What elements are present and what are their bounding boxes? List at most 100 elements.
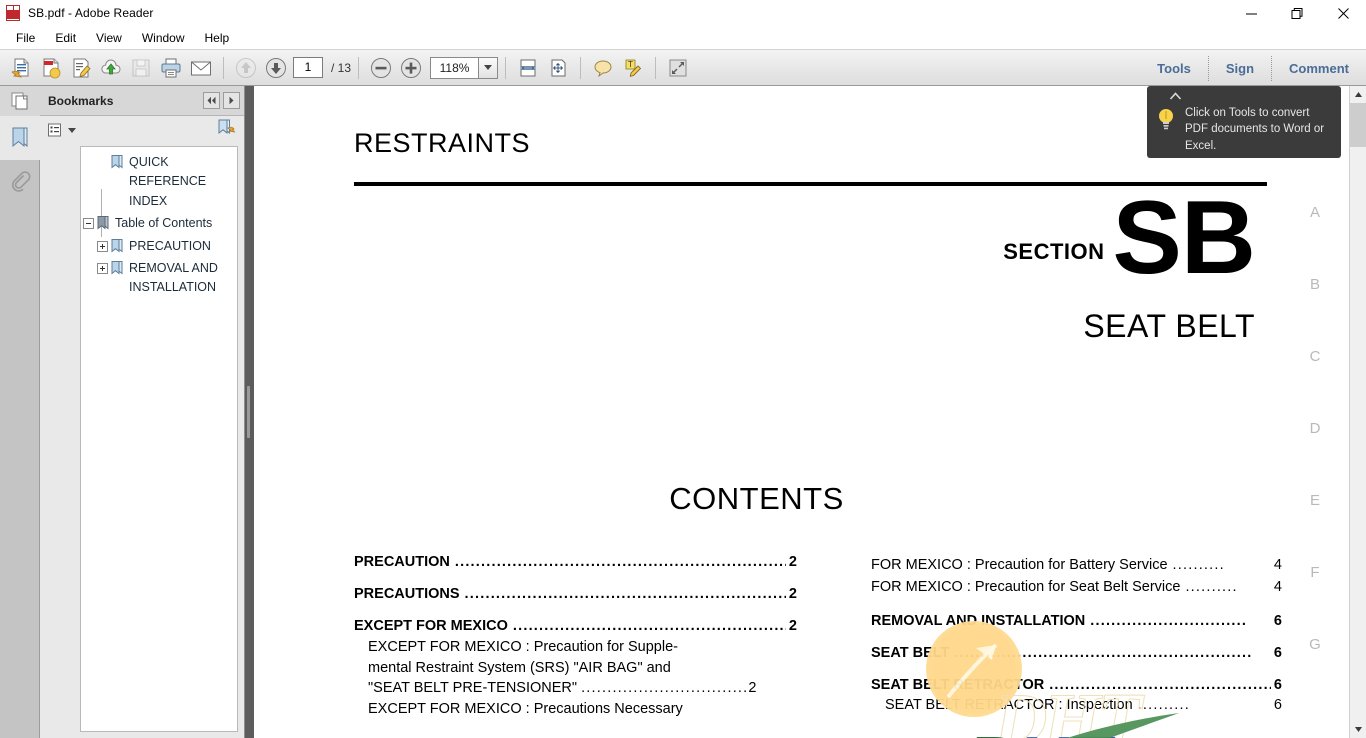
menu-item-edit[interactable]: Edit: [45, 29, 86, 47]
bookmark-label: PRECAUTION: [129, 238, 211, 253]
section-word-label: SECTION: [1003, 239, 1105, 265]
toc-leader: ........................................…: [454, 554, 786, 570]
highlight-text-icon[interactable]: T: [618, 53, 648, 83]
chevron-up-icon[interactable]: [1169, 89, 1182, 102]
fit-page-icon[interactable]: [543, 53, 573, 83]
upload-cloud-icon[interactable]: [96, 53, 126, 83]
bookmarks-title: Bookmarks: [48, 93, 114, 108]
email-icon[interactable]: [186, 53, 216, 83]
toc-entry-text: EXCEPT FOR MEXICO: [354, 618, 508, 634]
toc-entry[interactable]: EXCEPT FOR MEXICO ......................…: [354, 618, 797, 634]
bookmark-item-precaution[interactable]: PRECAUTION: [83, 237, 233, 256]
bookmark-label: Table of Contents: [115, 216, 213, 231]
tools-button[interactable]: Tools: [1140, 50, 1208, 87]
toc-page-number: 2: [788, 586, 797, 602]
scrollbar-track[interactable]: [1349, 147, 1366, 721]
bookmark-item-removal-and-installation[interactable]: REMOVAL AND INSTALLATION: [83, 259, 233, 298]
sidebar-item-bookmarks[interactable]: [0, 116, 40, 160]
chevron-down-icon[interactable]: [478, 56, 499, 79]
scrollbar-thumb[interactable]: [1349, 103, 1366, 147]
comment-button[interactable]: Comment: [1272, 50, 1366, 87]
minimize-icon[interactable]: [1228, 0, 1274, 27]
toc-entry[interactable]: EXCEPT FOR MEXICO : Precautions Necessar…: [354, 699, 797, 720]
toolbar-separator-2: [358, 56, 360, 79]
bookmarks-panel: Bookmarks QUICK REFERENCE INDEX Table of…: [40, 86, 245, 738]
toc-entry[interactable]: FOR MEXICO : Precaution for Battery Serv…: [871, 555, 1282, 576]
expand-right-icon[interactable]: [223, 92, 240, 109]
toc-leader: ..............................: [1090, 613, 1248, 630]
collapse-left-icon[interactable]: [203, 92, 220, 109]
toc-entry[interactable]: PRECAUTIONS ............................…: [354, 586, 797, 602]
toolbar-separator-5: [655, 56, 657, 79]
menu-item-help[interactable]: Help: [195, 29, 240, 47]
options-list-icon[interactable]: [48, 123, 76, 138]
pdf-document-icon: [6, 5, 22, 21]
fit-width-icon[interactable]: [513, 53, 543, 83]
open-recent-icon[interactable]: [6, 53, 36, 83]
toc-page-number: 2: [788, 554, 797, 570]
toc-leader: ........................................…: [464, 586, 786, 602]
toc-entry[interactable]: FOR MEXICO : Precaution for Seat Belt Se…: [871, 577, 1282, 598]
zoom-level-value[interactable]: 118%: [430, 56, 479, 79]
document-viewport[interactable]: RESTRAINTS SECTION SB SEAT BELT CONTENTS…: [252, 86, 1349, 738]
bookmark-item-table-of-contents[interactable]: Table of Contents: [83, 214, 233, 233]
zoom-level-control[interactable]: 118%: [430, 56, 499, 79]
menu-item-window[interactable]: Window: [132, 29, 195, 47]
zoom-out-button[interactable]: [366, 53, 396, 83]
toc-page-number: 2: [748, 680, 757, 697]
toc-entry[interactable]: EXCEPT FOR MEXICO : Precaution for Suppl…: [354, 637, 797, 699]
toc-page-number: 4: [1273, 557, 1282, 573]
bookmarks-panel-header: Bookmarks: [40, 86, 244, 116]
bookmark-label: REMOVAL AND INSTALLATION: [129, 260, 218, 295]
toc-page-number: 4: [1273, 578, 1282, 595]
scroll-up-icon[interactable]: [1349, 86, 1366, 103]
panel-splitter[interactable]: [245, 86, 252, 738]
bookmark-icon: [111, 155, 124, 170]
bookmarks-tree: QUICK REFERENCE INDEX Table of Contents: [80, 146, 238, 732]
restore-icon[interactable]: [1274, 0, 1320, 27]
toc-page-number: 6: [1273, 697, 1282, 714]
page-number-input[interactable]: 1: [293, 57, 323, 78]
svg-text:T: T: [628, 60, 633, 69]
margin-letter-c: C: [1309, 348, 1321, 365]
sticky-note-icon[interactable]: [588, 53, 618, 83]
toc-entry[interactable]: PRECAUTION .............................…: [354, 554, 797, 570]
margin-letter-a: A: [1309, 204, 1320, 221]
bookmark-item-quick-reference-index[interactable]: QUICK REFERENCE INDEX: [83, 153, 233, 211]
read-mode-icon[interactable]: [663, 53, 693, 83]
toc-entry-text: FOR MEXICO : Precaution for Battery Serv…: [871, 557, 1168, 573]
toc-entry-text: EXCEPT FOR MEXICO : Precautions Necessar…: [368, 700, 683, 717]
close-icon[interactable]: [1320, 0, 1366, 27]
zoom-in-button[interactable]: [396, 53, 426, 83]
expand-expander-icon[interactable]: [97, 240, 108, 252]
edit-pdf-icon[interactable]: [66, 53, 96, 83]
new-bookmark-icon[interactable]: [217, 118, 236, 142]
tooltip-text: Click on Tools to convert PDF documents …: [1185, 107, 1325, 152]
next-page-icon[interactable]: [261, 53, 291, 83]
tools-tooltip[interactable]: Click on Tools to convert PDF documents …: [1147, 86, 1341, 158]
margin-letter-e: E: [1309, 492, 1320, 509]
page-thumbnails-icon[interactable]: [0, 86, 40, 116]
collapse-expander-icon[interactable]: [83, 218, 94, 230]
save-icon: [126, 53, 156, 83]
sign-button[interactable]: Sign: [1209, 50, 1271, 87]
expand-expander-icon[interactable]: [97, 262, 108, 274]
sidebar-item-attachments[interactable]: [0, 160, 40, 204]
bookmark-icon: [111, 238, 124, 254]
section-name-label: SEAT BELT: [1083, 308, 1255, 344]
print-icon[interactable]: [156, 53, 186, 83]
bookmark-label: QUICK REFERENCE INDEX: [129, 155, 207, 208]
create-pdf-icon[interactable]: [36, 53, 66, 83]
toolbar-separator: [223, 56, 224, 79]
margin-letter-g: G: [1309, 636, 1321, 653]
toc-page-number: 6: [1273, 613, 1282, 630]
bookmarks-toolbar: [40, 116, 244, 144]
menu-item-view[interactable]: View: [86, 29, 132, 47]
menu-item-file[interactable]: File: [6, 29, 45, 47]
bookmark-icon: [97, 216, 110, 231]
scroll-down-icon[interactable]: [1349, 721, 1366, 738]
page-total-label: / 13: [331, 60, 352, 75]
vertical-scrollbar[interactable]: [1349, 86, 1366, 738]
toc-page-number: 6: [1273, 677, 1282, 694]
toc-entry-text: PRECAUTIONS: [354, 586, 460, 602]
